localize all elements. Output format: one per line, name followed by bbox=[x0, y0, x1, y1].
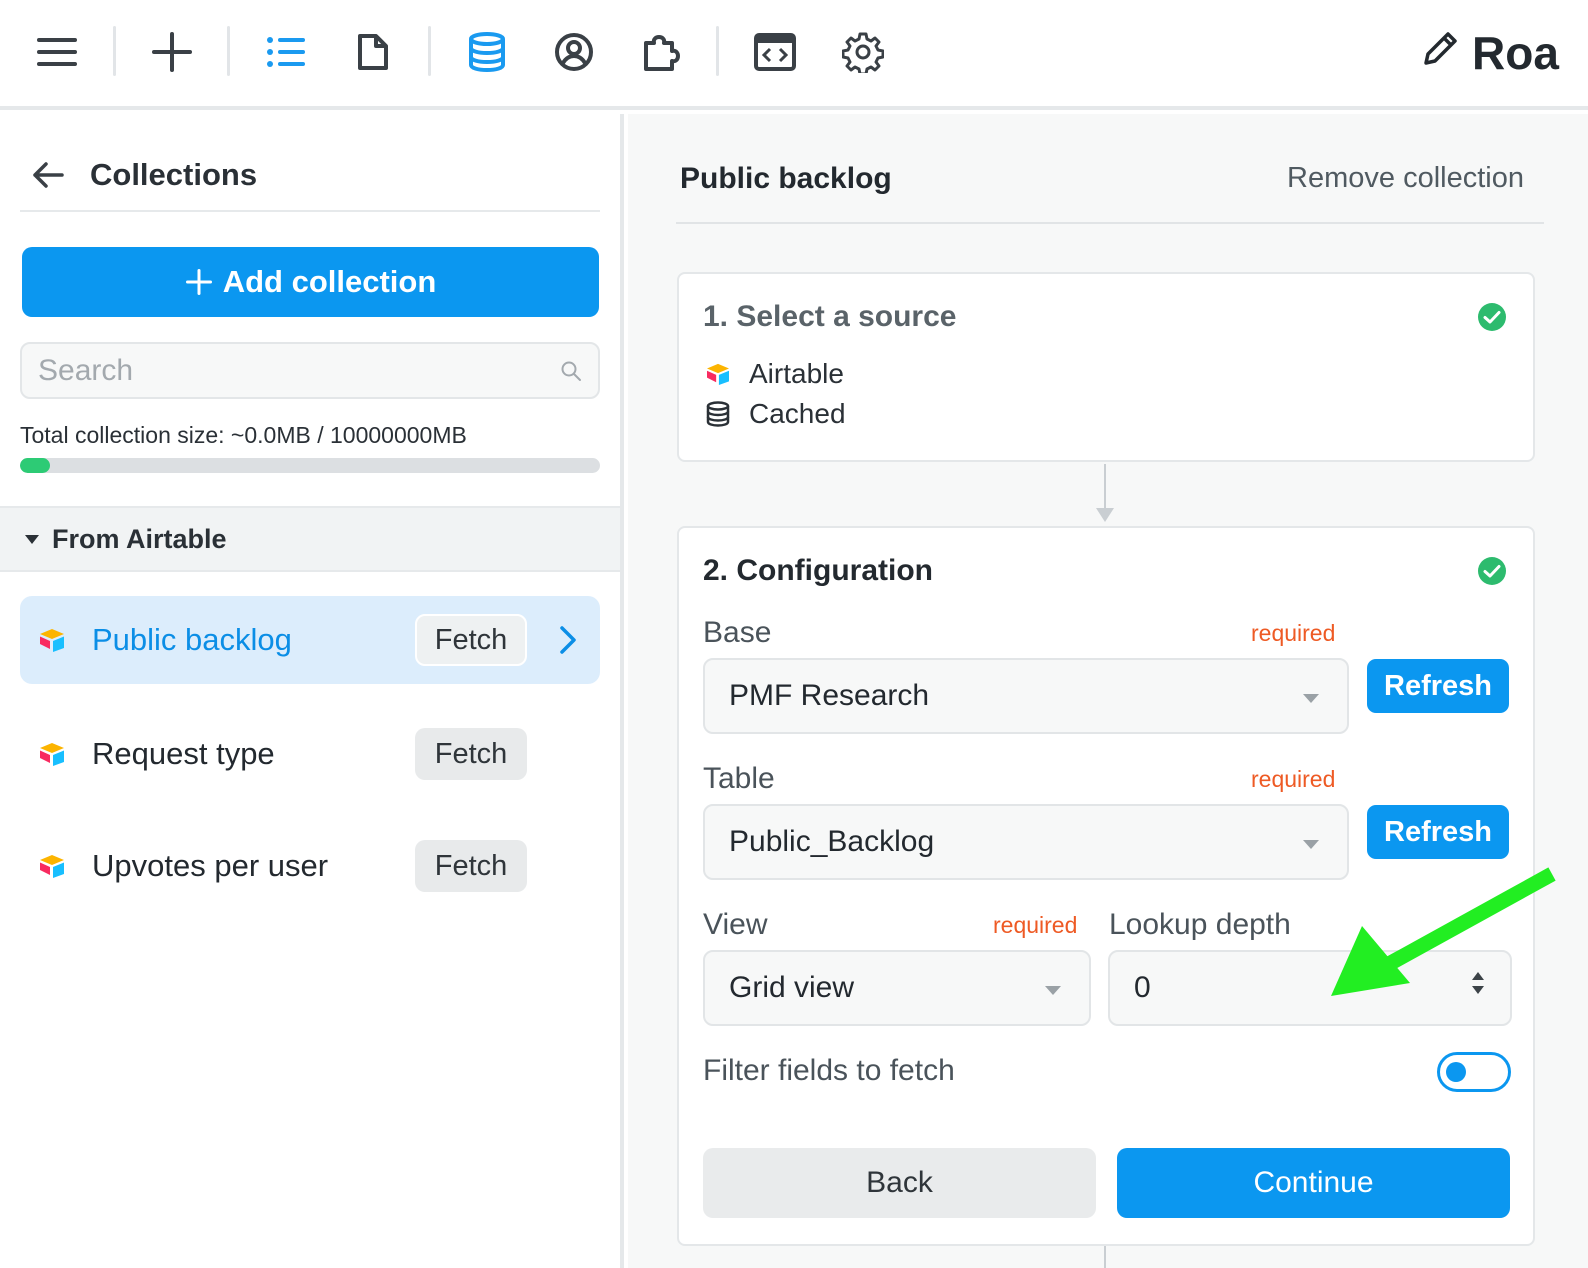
stepper-down-icon[interactable] bbox=[1472, 986, 1484, 994]
caret-down-icon bbox=[1045, 986, 1061, 995]
collection-size-progress bbox=[20, 458, 600, 473]
collection-size-label: Total collection size: ~0.0MB / 10000000… bbox=[20, 422, 467, 448]
panel-header: Public backlog Remove collection bbox=[676, 144, 1544, 224]
refresh-base-button[interactable]: Refresh bbox=[1367, 659, 1509, 713]
gear-icon[interactable] bbox=[833, 22, 893, 82]
step-title[interactable]: 2. Configuration bbox=[703, 554, 933, 588]
collection-item-name: Public backlog bbox=[92, 622, 292, 657]
toggle-knob bbox=[1446, 1062, 1466, 1082]
collection-item-name: Request type bbox=[92, 736, 275, 771]
panel-title: Public backlog bbox=[680, 162, 892, 195]
search-input[interactable] bbox=[38, 353, 560, 388]
toolbar-separator bbox=[716, 26, 719, 76]
toolbar-separator bbox=[428, 26, 431, 76]
filter-fields-label: Filter fields to fetch bbox=[703, 1054, 955, 1087]
search-icon bbox=[561, 361, 581, 381]
fetch-button[interactable]: Fetch bbox=[415, 728, 527, 780]
list-icon[interactable] bbox=[256, 22, 316, 82]
app-title: Roa bbox=[1420, 18, 1559, 88]
view-select-value: Grid view bbox=[729, 971, 855, 1004]
number-stepper-icon[interactable] bbox=[1472, 972, 1484, 994]
step-connector bbox=[1104, 1246, 1106, 1268]
plus-icon bbox=[185, 269, 212, 295]
toolbar-separator bbox=[113, 26, 116, 76]
database-icon bbox=[706, 401, 730, 427]
required-label: required bbox=[1251, 766, 1336, 792]
back-button[interactable]: Back bbox=[703, 1148, 1096, 1218]
source-row: Airtable bbox=[705, 358, 844, 390]
base-select-value: PMF Research bbox=[729, 679, 930, 712]
table-select-value: Public_Backlog bbox=[729, 825, 935, 858]
lookup-depth-label: Lookup depth bbox=[1109, 908, 1291, 941]
pencil-icon[interactable] bbox=[1420, 26, 1460, 80]
code-window-icon[interactable] bbox=[745, 22, 805, 82]
airtable-icon bbox=[38, 628, 66, 657]
toolbar-separator bbox=[227, 26, 230, 76]
view-select[interactable]: Grid view bbox=[703, 950, 1091, 1026]
stepper-up-icon[interactable] bbox=[1472, 972, 1484, 980]
fetch-button[interactable]: Fetch bbox=[415, 614, 527, 666]
group-header-airtable[interactable]: From Airtable bbox=[0, 506, 620, 572]
refresh-table-button[interactable]: Refresh bbox=[1367, 805, 1509, 859]
menu-icon[interactable] bbox=[27, 22, 87, 82]
check-circle-icon bbox=[1478, 303, 1506, 331]
lookup-depth-input[interactable]: 0 bbox=[1108, 950, 1512, 1026]
step-configuration: 2. Configuration Base required PMF Resea… bbox=[677, 526, 1535, 1246]
filter-fields-toggle[interactable] bbox=[1437, 1052, 1511, 1092]
check-circle-icon bbox=[1478, 557, 1506, 585]
remove-collection-link[interactable]: Remove collection bbox=[1287, 162, 1524, 195]
collections-sidebar: Collections Add collection Total collect… bbox=[0, 114, 624, 1268]
mode-row: Cached bbox=[705, 398, 846, 430]
source-mode: Cached bbox=[749, 398, 846, 429]
database-icon[interactable] bbox=[457, 22, 517, 82]
caret-down-icon bbox=[1303, 694, 1319, 703]
group-label: From Airtable bbox=[52, 523, 227, 554]
lookup-depth-value: 0 bbox=[1134, 971, 1151, 1004]
add-collection-label: Add collection bbox=[222, 264, 437, 299]
step-title[interactable]: 1. Select a source bbox=[703, 300, 956, 334]
fetch-button[interactable]: Fetch bbox=[415, 840, 527, 892]
required-label: required bbox=[993, 912, 1078, 938]
source-name: Airtable bbox=[749, 358, 844, 389]
puzzle-icon[interactable] bbox=[631, 22, 691, 82]
base-select[interactable]: PMF Research bbox=[703, 658, 1349, 734]
base-label: Base bbox=[703, 616, 772, 649]
step-connector-arrow bbox=[1096, 508, 1114, 522]
airtable-icon bbox=[707, 363, 729, 385]
collection-item-name: Upvotes per user bbox=[92, 848, 329, 883]
search-box[interactable] bbox=[20, 342, 600, 399]
caret-down-icon bbox=[25, 535, 39, 544]
table-label: Table bbox=[703, 762, 775, 795]
add-collection-button[interactable]: Add collection bbox=[22, 247, 599, 317]
required-label: required bbox=[1251, 620, 1336, 646]
file-icon[interactable] bbox=[343, 22, 403, 82]
sidebar-header: Collections bbox=[20, 140, 600, 212]
top-toolbar: Roa bbox=[0, 0, 1588, 110]
caret-down-icon bbox=[1303, 840, 1319, 849]
continue-button[interactable]: Continue bbox=[1117, 1148, 1510, 1218]
airtable-icon bbox=[38, 854, 66, 883]
view-label: View bbox=[703, 908, 768, 941]
table-select[interactable]: Public_Backlog bbox=[703, 804, 1349, 880]
user-circle-icon[interactable] bbox=[544, 22, 604, 82]
sidebar-title: Collections bbox=[90, 157, 258, 192]
step-select-source: 1. Select a source Airtable Cached bbox=[677, 272, 1535, 462]
collection-item-upvotes-per-user[interactable]: Upvotes per user Fetch bbox=[20, 822, 600, 910]
collection-item-public-backlog[interactable]: Public backlog Fetch bbox=[20, 596, 600, 684]
collection-size-progress-fill bbox=[20, 458, 50, 473]
app-title-text: Roa bbox=[1472, 27, 1559, 79]
chevron-right-icon[interactable] bbox=[558, 624, 578, 661]
plus-icon[interactable] bbox=[142, 22, 202, 82]
collection-item-request-type[interactable]: Request type Fetch bbox=[20, 710, 600, 798]
collection-detail-panel: Public backlog Remove collection 1. Sele… bbox=[628, 114, 1588, 1268]
airtable-icon bbox=[38, 742, 66, 771]
back-arrow-icon[interactable] bbox=[32, 161, 64, 189]
